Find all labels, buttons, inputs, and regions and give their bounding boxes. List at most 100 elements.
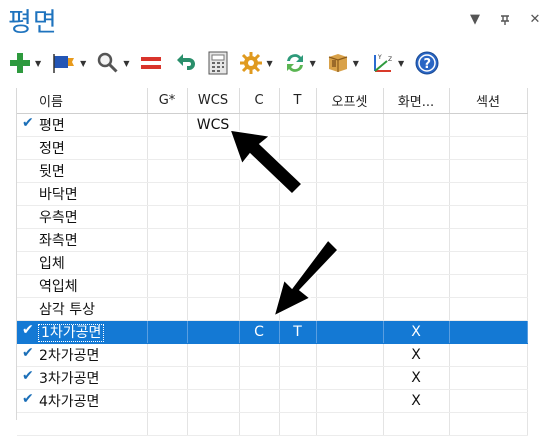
cell-offset[interactable] [316, 412, 384, 436]
cell-g[interactable] [147, 343, 188, 367]
cell-section[interactable] [449, 205, 528, 229]
cell-screen[interactable]: X [383, 343, 450, 367]
cell-section[interactable] [449, 389, 528, 413]
cell-g[interactable] [147, 366, 188, 390]
cell-g[interactable] [147, 297, 188, 321]
cell-wcs[interactable] [187, 412, 240, 436]
cell-wcs[interactable] [187, 389, 240, 413]
cell-g[interactable] [147, 113, 188, 137]
cell-t[interactable] [279, 389, 317, 413]
cell-t[interactable] [279, 343, 317, 367]
pin-icon[interactable] [498, 14, 512, 26]
column-header-section[interactable]: 섹션 [449, 88, 528, 114]
cell-screen[interactable] [383, 205, 450, 229]
cell-screen[interactable]: X [383, 389, 450, 413]
cell-screen[interactable] [383, 159, 450, 183]
axes-button[interactable]: YZ ▼ [367, 48, 406, 78]
cell-name[interactable]: ✔ 4차가공면 [17, 389, 148, 413]
cell-name[interactable]: ✔ 1차가공면 [17, 320, 148, 344]
cell-section[interactable] [449, 113, 528, 137]
cell-wcs[interactable] [187, 320, 240, 344]
cell-section[interactable] [449, 136, 528, 160]
search-button[interactable]: ▼ [94, 48, 131, 78]
cell-offset[interactable] [316, 159, 384, 183]
cell-name[interactable]: ✔ 평면 [17, 113, 148, 137]
refresh-button[interactable]: ▼ [281, 48, 318, 78]
cell-section[interactable] [449, 182, 528, 206]
help-button[interactable]: ? [412, 48, 442, 78]
chevron-down-icon[interactable]: ▼ [266, 59, 272, 68]
cell-name[interactable]: 삼각 투상 [17, 297, 148, 321]
close-icon[interactable]: ✕ [528, 12, 542, 27]
cell-section[interactable] [449, 251, 528, 275]
column-header-screen[interactable]: 화면... [383, 88, 450, 114]
column-header-offset[interactable]: 오프셋 [316, 88, 384, 114]
cell-section[interactable] [449, 159, 528, 183]
cell-name[interactable]: 뒷면 [17, 159, 148, 183]
cell-offset[interactable] [316, 389, 384, 413]
cell-wcs[interactable] [187, 297, 240, 321]
cell-name[interactable]: 정면 [17, 136, 148, 160]
settings-button[interactable]: ▼ [237, 48, 274, 78]
cell-name[interactable] [17, 412, 148, 436]
cell-g[interactable] [147, 182, 188, 206]
calculator-button[interactable] [205, 48, 231, 78]
cell-g[interactable] [147, 389, 188, 413]
table-row[interactable]: ✔ 4차가공면 X [17, 389, 528, 413]
column-header-wcs[interactable]: WCS [187, 88, 240, 114]
cell-g[interactable] [147, 320, 188, 344]
table-row[interactable]: ✔ 3차가공면 X [17, 366, 528, 390]
column-header-g[interactable]: G* [147, 88, 188, 114]
cell-c[interactable] [239, 366, 280, 390]
column-header-name[interactable]: 이름 [17, 88, 148, 114]
cell-offset[interactable] [316, 343, 384, 367]
cell-screen[interactable] [383, 251, 450, 275]
cell-t[interactable] [279, 412, 317, 436]
cell-section[interactable] [449, 297, 528, 321]
dropdown-menu-icon[interactable]: ▼ [468, 12, 482, 27]
cell-g[interactable] [147, 274, 188, 298]
cell-section[interactable] [449, 412, 528, 436]
column-header-t[interactable]: T [279, 88, 317, 114]
cell-offset[interactable] [316, 366, 384, 390]
cell-g[interactable] [147, 159, 188, 183]
add-button[interactable]: ▼ [6, 48, 43, 78]
equals-button[interactable] [137, 48, 165, 78]
cell-screen[interactable] [383, 274, 450, 298]
cell-g[interactable] [147, 136, 188, 160]
cell-name[interactable]: ✔ 2차가공면 [17, 343, 148, 367]
cell-wcs[interactable] [187, 228, 240, 252]
cell-offset[interactable] [316, 113, 384, 137]
cell-screen[interactable] [383, 136, 450, 160]
cell-g[interactable] [147, 205, 188, 229]
chevron-down-icon[interactable]: ▼ [353, 59, 359, 68]
cell-wcs[interactable] [187, 366, 240, 390]
cell-t[interactable] [279, 366, 317, 390]
cell-screen[interactable] [383, 412, 450, 436]
cell-g[interactable] [147, 228, 188, 252]
cell-screen[interactable]: X [383, 320, 450, 344]
cell-section[interactable] [449, 274, 528, 298]
cell-section[interactable] [449, 320, 528, 344]
table-row[interactable]: ✔ 2차가공면 X [17, 343, 528, 367]
cell-screen[interactable] [383, 182, 450, 206]
flag-button[interactable]: ▼ [49, 48, 88, 78]
cell-screen[interactable] [383, 113, 450, 137]
chevron-down-icon[interactable]: ▼ [310, 59, 316, 68]
cell-screen[interactable] [383, 228, 450, 252]
cell-section[interactable] [449, 366, 528, 390]
cell-name[interactable]: ✔ 3차가공면 [17, 366, 148, 390]
table-row[interactable] [17, 412, 528, 436]
cell-wcs[interactable] [187, 251, 240, 275]
cell-g[interactable] [147, 251, 188, 275]
box-view-button[interactable]: ▼ [324, 48, 361, 78]
cell-c[interactable] [239, 389, 280, 413]
cell-name[interactable]: 입체 [17, 251, 148, 275]
table-row[interactable]: ✔ 1차가공면 C T X [17, 320, 528, 344]
chevron-down-icon[interactable]: ▼ [123, 59, 129, 68]
cell-name[interactable]: 바닥면 [17, 182, 148, 206]
cell-screen[interactable]: X [383, 366, 450, 390]
cell-section[interactable] [449, 343, 528, 367]
cell-name[interactable]: 좌측면 [17, 228, 148, 252]
cell-offset[interactable] [316, 205, 384, 229]
